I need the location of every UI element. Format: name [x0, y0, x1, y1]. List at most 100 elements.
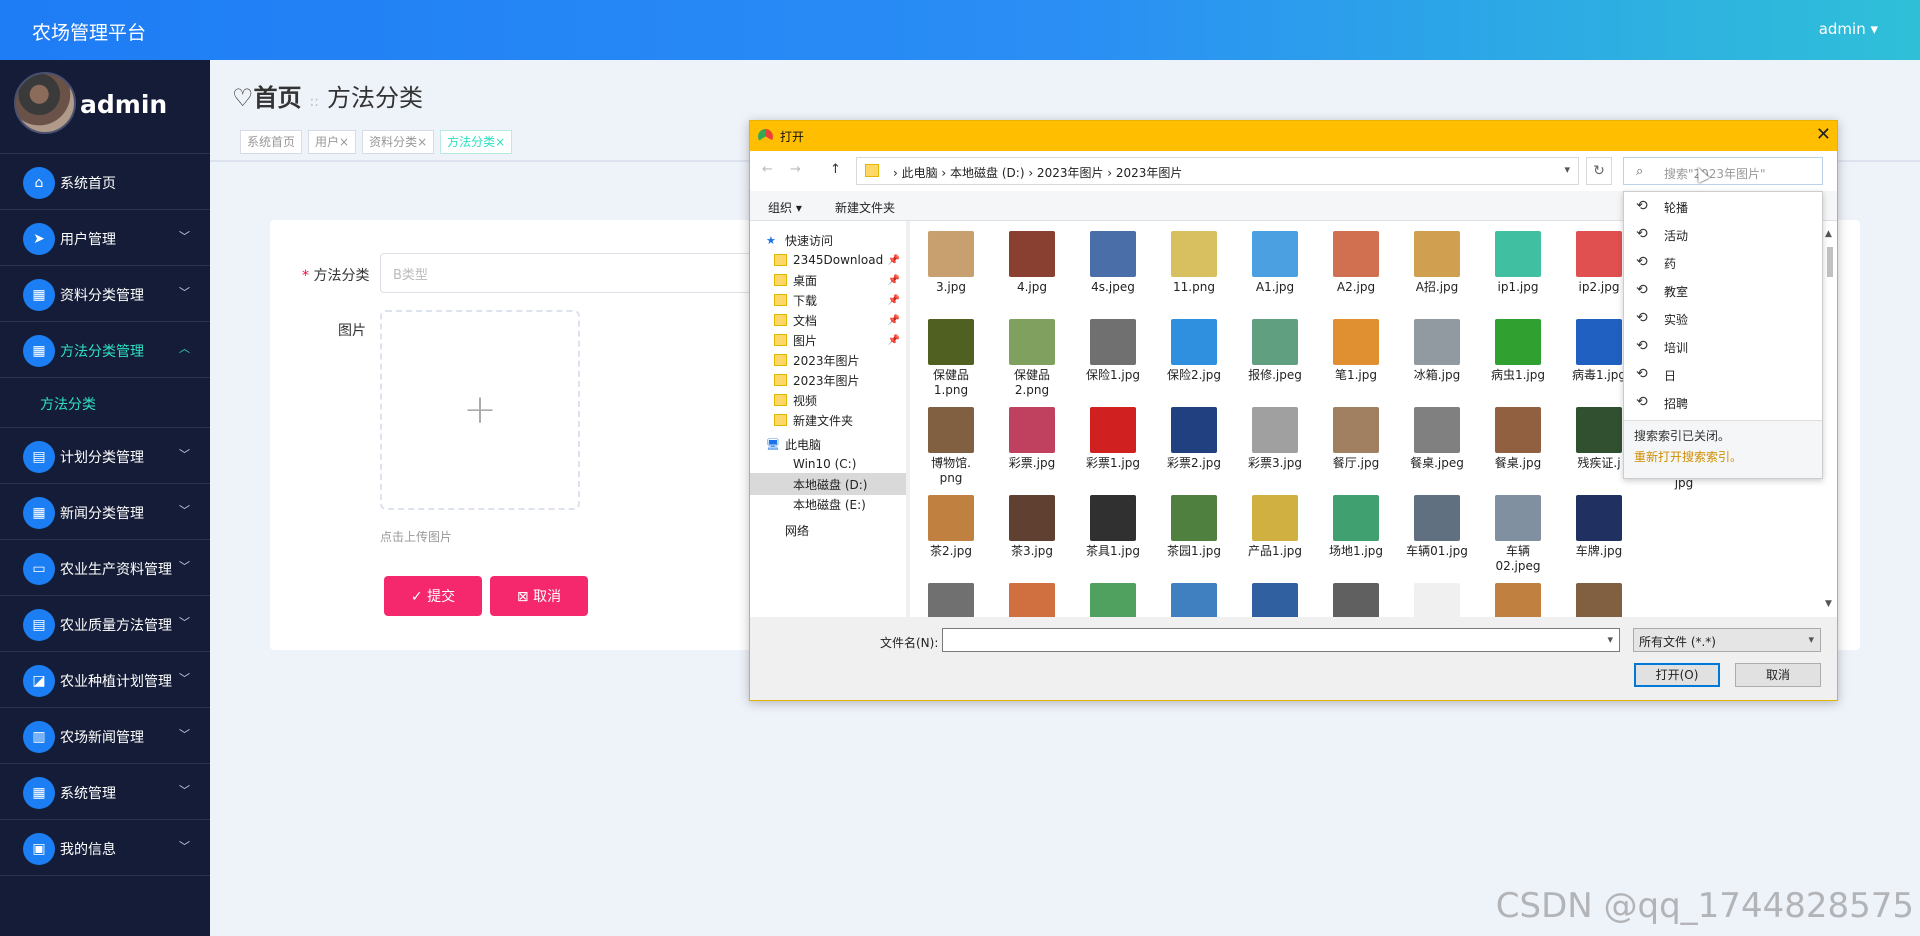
- organize-button[interactable]: 组织 ▾: [768, 199, 802, 216]
- tree-item[interactable]: 文档 📌: [750, 309, 906, 331]
- sidebar-item-my-info[interactable]: ▣ 我的信息 ﹀: [0, 820, 210, 876]
- chevron-down-icon[interactable]: ▾: [1564, 163, 1570, 176]
- reopen-index-link[interactable]: 重新打开搜索索引。: [1634, 448, 1812, 465]
- search-history-item[interactable]: ⟲ 轮播: [1624, 192, 1822, 220]
- file-item[interactable]: 餐桌.jpeg: [1398, 407, 1476, 471]
- sidebar-item-quality-method[interactable]: ▤ 农业质量方法管理 ﹀: [0, 596, 210, 652]
- file-item[interactable]: [912, 583, 990, 617]
- file-item[interactable]: 11.png: [1155, 231, 1233, 295]
- tree-item[interactable]: ★ 快速访问: [750, 229, 906, 251]
- sidebar-item-production-material[interactable]: ▭ 农业生产资料管理 ﹀: [0, 540, 210, 596]
- scroll-thumb[interactable]: [1827, 247, 1833, 277]
- file-item[interactable]: 餐厅.jpg: [1317, 407, 1395, 471]
- file-item[interactable]: [1317, 583, 1395, 617]
- file-item[interactable]: 彩票3.jpg: [1236, 407, 1314, 471]
- sidebar-item-news-category[interactable]: ▦ 新闻分类管理 ﹀: [0, 484, 210, 540]
- tree-item[interactable]: 本地磁盘 (D:): [750, 473, 906, 495]
- file-item[interactable]: 车牌.jpg: [1560, 495, 1638, 559]
- scroll-down-icon[interactable]: ▼: [1825, 599, 1832, 609]
- tree-item[interactable]: 图片 📌: [750, 329, 906, 351]
- file-item[interactable]: 笔1.jpg: [1317, 319, 1395, 383]
- tree-item[interactable]: 视频: [750, 389, 906, 411]
- image-upload[interactable]: +: [380, 310, 580, 510]
- tab-home[interactable]: 系统首页: [240, 130, 303, 154]
- up-icon[interactable]: ↑: [830, 162, 841, 177]
- scrollbar[interactable]: ▲ ▼: [1825, 229, 1835, 609]
- refresh-icon[interactable]: ↻: [1586, 157, 1612, 185]
- tree-item[interactable]: 2345Download 📌: [750, 249, 906, 271]
- sidebar-item-method-category[interactable]: ▦ 方法分类管理 ︿: [0, 322, 210, 378]
- dialog-cancel-button[interactable]: 取消: [1735, 663, 1821, 687]
- file-item[interactable]: 茶3.jpg: [993, 495, 1071, 559]
- forward-icon[interactable]: →: [790, 162, 801, 177]
- tree-item[interactable]: 本地磁盘 (E:): [750, 493, 906, 515]
- file-item[interactable]: [1074, 583, 1152, 617]
- file-item[interactable]: 茶园1.jpg: [1155, 495, 1233, 559]
- file-item[interactable]: 保险2.jpg: [1155, 319, 1233, 383]
- search-history-item[interactable]: ⟲ 培训: [1624, 332, 1822, 360]
- search-history-item[interactable]: ⟲ 活动: [1624, 220, 1822, 248]
- file-item[interactable]: 产品1.jpg: [1236, 495, 1314, 559]
- tab-user[interactable]: 用户×: [308, 130, 357, 154]
- tree-item[interactable]: 网络: [750, 519, 906, 541]
- search-history-item[interactable]: ⟲ 日: [1624, 360, 1822, 388]
- filetype-select[interactable]: 所有文件 (*.*) ▾: [1633, 628, 1821, 652]
- tab-method-category[interactable]: 方法分类×: [440, 130, 513, 154]
- back-icon[interactable]: ←: [762, 162, 773, 177]
- tree-item[interactable]: 新建文件夹: [750, 409, 906, 431]
- category-input[interactable]: B类型: [380, 253, 800, 293]
- file-item[interactable]: 车辆01.jpg: [1398, 495, 1476, 559]
- filename-input[interactable]: ▾: [942, 628, 1620, 652]
- file-item[interactable]: [1479, 583, 1557, 617]
- tree-item[interactable]: 2023年图片: [750, 369, 906, 391]
- file-item[interactable]: [1398, 583, 1476, 617]
- file-item[interactable]: 保健品 2.png: [993, 319, 1071, 398]
- chevron-down-icon[interactable]: ▾: [1607, 633, 1613, 646]
- new-folder-button[interactable]: 新建文件夹: [835, 199, 895, 216]
- file-item[interactable]: 彩票1.jpg: [1074, 407, 1152, 471]
- file-item[interactable]: 餐桌.jpg: [1479, 407, 1557, 471]
- search-history-item[interactable]: ⟲ 教室: [1624, 276, 1822, 304]
- file-item[interactable]: 冰箱.jpg: [1398, 319, 1476, 383]
- file-item[interactable]: 博物馆. png: [912, 407, 990, 486]
- tree-item[interactable]: 🖥 此电脑: [750, 433, 906, 455]
- search-history-item[interactable]: ⟲ 实验: [1624, 304, 1822, 332]
- file-item[interactable]: [993, 583, 1071, 617]
- file-item[interactable]: [1236, 583, 1314, 617]
- file-item[interactable]: 彩票.jpg: [993, 407, 1071, 471]
- file-item[interactable]: 病虫1.jpg: [1479, 319, 1557, 383]
- open-button[interactable]: 打开(O): [1634, 663, 1720, 687]
- file-item[interactable]: [1155, 583, 1233, 617]
- tree-item[interactable]: 下载 📌: [750, 289, 906, 311]
- file-item[interactable]: ip1.jpg: [1479, 231, 1557, 295]
- file-item[interactable]: 彩票2.jpg: [1155, 407, 1233, 471]
- submenu-method-category[interactable]: 方法分类: [0, 378, 210, 428]
- submit-button[interactable]: ✓ 提交: [384, 576, 482, 616]
- address-bar[interactable]: › 此电脑 › 本地磁盘 (D:) › 2023年图片 › 2023年图片 ▾: [856, 157, 1579, 185]
- cancel-button[interactable]: ⊠ 取消: [490, 576, 588, 616]
- scroll-up-icon[interactable]: ▲: [1825, 229, 1832, 239]
- search-history-item[interactable]: ⟲ 药: [1624, 248, 1822, 276]
- file-item[interactable]: [1560, 583, 1638, 617]
- file-item[interactable]: 茶具1.jpg: [1074, 495, 1152, 559]
- file-item[interactable]: A2.jpg: [1317, 231, 1395, 295]
- tree-item[interactable]: 桌面 📌: [750, 269, 906, 291]
- file-item[interactable]: A1.jpg: [1236, 231, 1314, 295]
- file-item[interactable]: 4.jpg: [993, 231, 1071, 295]
- search-input[interactable]: ⌕ 搜索"2023年图片": [1623, 157, 1823, 185]
- close-icon[interactable]: ✕: [1816, 124, 1831, 145]
- user-menu[interactable]: admin ▾: [1819, 20, 1878, 38]
- file-item[interactable]: 茶2.jpg: [912, 495, 990, 559]
- sidebar-item-plan-category[interactable]: ▤ 计划分类管理 ﹀: [0, 428, 210, 484]
- sidebar-item-material-category[interactable]: ▦ 资料分类管理 ﹀: [0, 266, 210, 322]
- sidebar-item-farm-news[interactable]: ▥ 农场新闻管理 ﹀: [0, 708, 210, 764]
- file-item[interactable]: A招.jpg: [1398, 231, 1476, 295]
- sidebar-item-planting-plan[interactable]: ◪ 农业种植计划管理 ﹀: [0, 652, 210, 708]
- file-item[interactable]: 3.jpg: [912, 231, 990, 295]
- file-item[interactable]: 报修.jpeg: [1236, 319, 1314, 383]
- file-item[interactable]: 4s.jpeg: [1074, 231, 1152, 295]
- tab-material-category[interactable]: 资料分类×: [362, 130, 435, 154]
- sidebar-item-user[interactable]: ➤ 用户管理 ﹀: [0, 210, 210, 266]
- tree-item[interactable]: Win10 (C:): [750, 453, 906, 475]
- file-item[interactable]: 车辆 02.jpeg: [1479, 495, 1557, 574]
